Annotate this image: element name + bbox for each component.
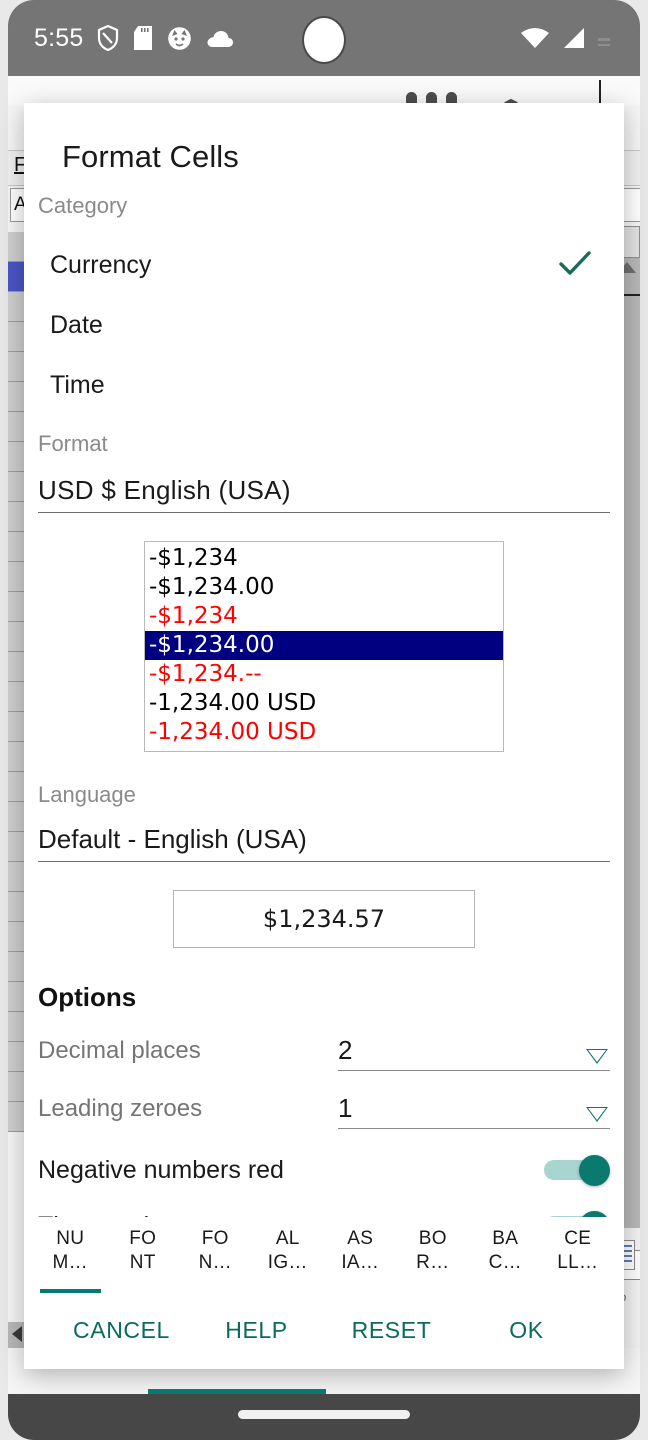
scroll-left-arrow-icon[interactable] xyxy=(12,1326,22,1342)
battery-icon xyxy=(596,27,612,49)
format-preview-box: $1,234.57 xyxy=(173,890,475,948)
tab-label-line1: FO xyxy=(202,1227,229,1251)
format-preview-list[interactable]: -$1,234-$1,234.00-$1,234-$1,234.00-$1,23… xyxy=(144,541,504,752)
category-item-label: Currency xyxy=(50,251,151,279)
help-button[interactable]: HELP xyxy=(189,1317,324,1344)
status-bar-right xyxy=(520,27,612,49)
reset-button[interactable]: RESET xyxy=(324,1317,459,1344)
signal-icon xyxy=(560,27,586,49)
option-value: 1 xyxy=(338,1093,352,1123)
tab-fon[interactable]: FON… xyxy=(179,1225,252,1291)
tab-asia[interactable]: ASIA… xyxy=(324,1225,397,1291)
dialog-scroll-area[interactable]: Format Cells Category Currency Date Time… xyxy=(24,103,624,1217)
option-row-decimal-places: Decimal places 2 xyxy=(24,1013,624,1071)
tab-alig[interactable]: ALIG… xyxy=(252,1225,325,1291)
format-list-item[interactable]: -1,234.00 USD xyxy=(145,689,503,718)
decimal-places-stepper[interactable]: 2 xyxy=(338,1035,610,1071)
category-item-label: Time xyxy=(50,371,105,399)
tab-font[interactable]: FONT xyxy=(107,1225,180,1291)
format-list-item[interactable]: -$1,234.-- xyxy=(145,660,503,689)
tab-cell[interactable]: CELL… xyxy=(542,1225,615,1291)
option-row-leading-zeroes: Leading zeroes 1 xyxy=(24,1071,624,1129)
tab-label-line2: R… xyxy=(416,1251,449,1275)
category-item-label: Date xyxy=(50,311,103,339)
tab-label-line2: M… xyxy=(53,1251,88,1275)
background-toolbar: ◂▸ xyxy=(8,76,640,106)
tab-label-line1: AL xyxy=(276,1227,300,1251)
gesture-home-pill[interactable] xyxy=(238,1410,410,1419)
format-list-item[interactable]: -$1,234.00 xyxy=(145,573,503,602)
option-label: Leading zeroes xyxy=(38,1095,338,1129)
leading-zeroes-stepper[interactable]: 1 xyxy=(338,1093,610,1129)
cancel-button[interactable]: CANCEL xyxy=(54,1317,189,1344)
chevron-down-icon-inner xyxy=(588,1050,606,1062)
status-bar: 5:55 xyxy=(8,0,640,76)
category-item-time[interactable]: Time xyxy=(24,355,624,415)
tab-num[interactable]: NUM… xyxy=(34,1225,107,1291)
category-item-currency[interactable]: Currency xyxy=(24,235,624,295)
toggle-label: Negative numbers red xyxy=(38,1156,544,1185)
language-section-label: Language xyxy=(24,752,624,808)
dialog-tab-bar[interactable]: NUM…FONTFON…ALIG…ASIA…BOR…BAC…CELL… xyxy=(24,1217,624,1291)
format-cells-dialog: Format Cells Category Currency Date Time… xyxy=(24,103,624,1369)
tab-bac[interactable]: BAC… xyxy=(469,1225,542,1291)
format-section-label: Format xyxy=(24,415,624,457)
cloud-icon xyxy=(206,29,234,48)
tab-label-line1: BA xyxy=(492,1227,518,1251)
tab-label-line1: CE xyxy=(564,1227,591,1251)
negative-numbers-red-switch[interactable] xyxy=(544,1155,610,1185)
tab-label-line1: FO xyxy=(129,1227,156,1251)
option-row-thousands-separator[interactable]: Thousands separator xyxy=(24,1185,624,1217)
cat-face-icon xyxy=(167,26,192,51)
category-item-date[interactable]: Date xyxy=(24,295,624,355)
option-label: Decimal places xyxy=(38,1037,338,1071)
tab-label-line2: IA… xyxy=(341,1251,379,1275)
tab-label-line1: AS xyxy=(347,1227,373,1251)
system-navigation-bar xyxy=(8,1394,640,1440)
format-list-item[interactable]: -$1,234 xyxy=(145,544,503,573)
check-icon xyxy=(558,250,592,278)
dialog-title: Format Cells xyxy=(24,103,624,175)
status-bar-left: 5:55 xyxy=(34,24,234,53)
chevron-down-icon-inner xyxy=(588,1108,606,1120)
camera-notch xyxy=(302,16,346,64)
options-section-title: Options xyxy=(24,948,624,1013)
format-list-item[interactable]: -$1,234.00 xyxy=(145,631,503,660)
option-value: 2 xyxy=(338,1035,352,1065)
tab-label-line1: NU xyxy=(56,1227,84,1251)
tab-label-line2: IG… xyxy=(268,1251,308,1275)
wifi-icon xyxy=(520,27,550,49)
format-code-field[interactable]: USD $ English (USA) xyxy=(38,475,610,513)
tab-bor[interactable]: BOR… xyxy=(397,1225,470,1291)
format-list-item[interactable]: -1,234.00 USD xyxy=(145,718,503,747)
tab-label-line2: C… xyxy=(489,1251,522,1275)
sd-card-icon xyxy=(133,25,153,51)
option-row-negative-numbers-red[interactable]: Negative numbers red xyxy=(24,1129,624,1185)
switch-knob xyxy=(579,1155,610,1186)
format-list-item[interactable]: -$1,234 xyxy=(145,602,503,631)
status-bar-clock: 5:55 xyxy=(34,24,83,53)
category-section-label: Category xyxy=(24,175,624,219)
shield-icon xyxy=(97,25,119,51)
language-field[interactable]: Default - English (USA) xyxy=(38,824,610,862)
tab-label-line2: NT xyxy=(130,1251,156,1275)
dialog-button-bar: CANCEL HELP RESET OK xyxy=(24,1291,624,1369)
tab-label-line2: N… xyxy=(199,1251,232,1275)
ok-button[interactable]: OK xyxy=(459,1317,594,1344)
tab-label-line2: LL… xyxy=(557,1251,598,1275)
phone-screen: 5:55 xyxy=(0,0,648,1440)
overflow-menu-icon[interactable] xyxy=(406,92,457,103)
tab-label-line1: BO xyxy=(419,1227,447,1251)
